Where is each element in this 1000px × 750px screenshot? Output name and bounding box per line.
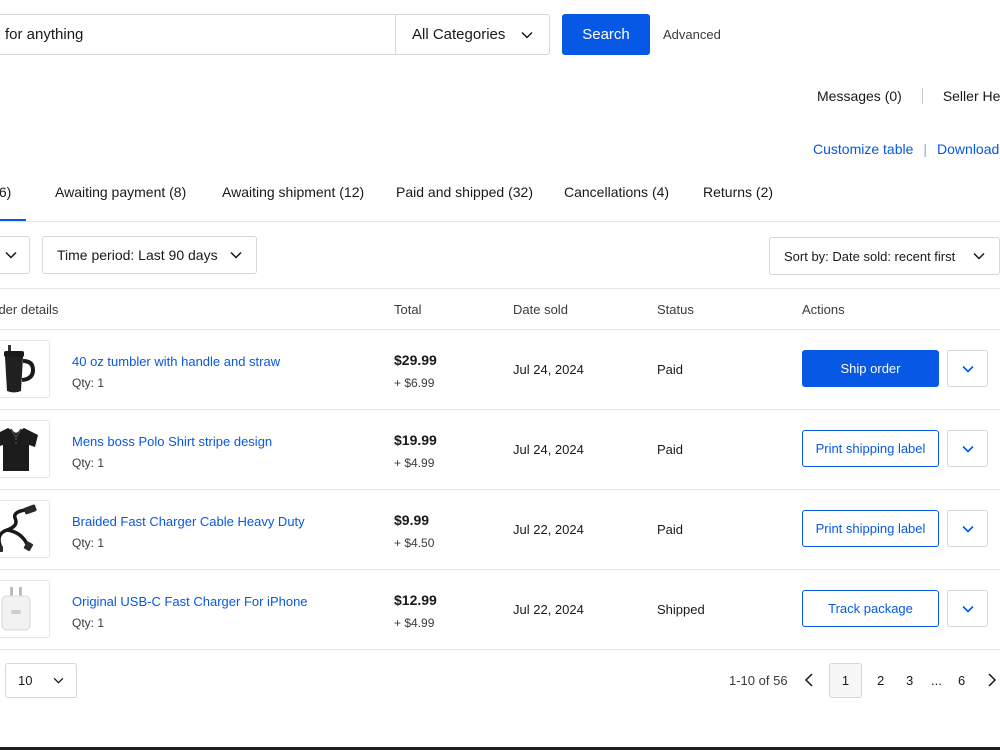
item-price: $12.99 (394, 592, 437, 608)
search-button[interactable]: Search (562, 14, 650, 55)
item-title-link[interactable]: Mens boss Polo Shirt stripe design (72, 434, 272, 449)
product-thumbnail[interactable] (0, 580, 50, 638)
tumbler-icon (4, 345, 36, 393)
item-title-link[interactable]: Braided Fast Charger Cable Heavy Duty (72, 514, 305, 529)
product-thumbnail[interactable] (0, 420, 50, 478)
advanced-search-link[interactable]: Advanced (663, 27, 721, 42)
item-price: $29.99 (394, 352, 437, 368)
tab-all[interactable]: All (56) (0, 184, 11, 200)
seller-help-link[interactable]: Seller Help (943, 88, 1000, 104)
date-sold: Jul 22, 2024 (513, 522, 584, 537)
chevron-down-icon (973, 252, 985, 260)
time-period-dropdown[interactable]: Time period: Last 90 days (42, 236, 257, 274)
search-box: All Categories (0, 14, 550, 55)
order-status: Shipped (657, 602, 705, 617)
header-actions: Actions (802, 302, 845, 317)
item-quantity: Qty: 1 (72, 616, 105, 630)
date-sold: Jul 24, 2024 (513, 362, 584, 377)
category-select[interactable]: All Categories (395, 15, 549, 54)
more-actions-button[interactable] (947, 590, 988, 627)
item-quantity: Qty: 1 (72, 376, 105, 390)
shipping-cost: + $4.99 (394, 456, 435, 470)
item-price: $9.99 (394, 512, 430, 528)
chevron-down-icon (230, 251, 242, 259)
date-sold: Jul 22, 2024 (513, 602, 584, 617)
time-period-label: Time period: Last 90 days (57, 247, 218, 263)
orders-table: Order details Total Date sold Status Act… (0, 288, 1000, 650)
table-row: Original USB-C Fast Charger For iPhone Q… (0, 570, 1000, 650)
download-link[interactable]: Download (937, 141, 999, 157)
chevron-left-icon[interactable] (804, 672, 814, 688)
order-status: Paid (657, 522, 684, 537)
shipping-cost: + $4.50 (394, 536, 435, 550)
sort-label: Sort by: Date sold: recent first (784, 248, 956, 264)
more-actions-button[interactable] (947, 510, 988, 547)
results-range: 1-10 of 56 (729, 673, 788, 688)
usb-c-charger-icon (1, 587, 31, 631)
tab-returns[interactable]: Returns (2) (703, 184, 773, 200)
active-tab-indicator (0, 219, 26, 221)
tab-cancellations[interactable]: Cancellations (4) (564, 184, 669, 200)
divider (921, 88, 923, 104)
chevron-down-icon (5, 251, 17, 259)
item-quantity: Qty: 1 (72, 536, 105, 550)
header-status: Status (657, 302, 694, 317)
polo-shirt-icon (0, 428, 38, 471)
page-6-button[interactable]: 6 (958, 673, 965, 688)
header-date-sold: Date sold (513, 302, 568, 317)
print-shipping-label-button[interactable]: Print shipping label (802, 430, 939, 467)
tab-awaiting-payment[interactable]: Awaiting payment (8) (55, 184, 186, 200)
tab-awaiting-shipment[interactable]: Awaiting shipment (12) (222, 184, 364, 200)
category-select-label: All Categories (412, 26, 506, 43)
order-tabs: All (56) Awaiting payment (8) Awaiting s… (0, 180, 1000, 222)
chevron-down-icon (961, 365, 974, 373)
product-thumbnail[interactable] (0, 340, 50, 398)
date-sold: Jul 24, 2024 (513, 442, 584, 457)
shipping-cost: + $4.99 (394, 616, 435, 630)
chevron-down-icon (961, 605, 974, 613)
page-size-value: 10 (18, 673, 33, 688)
chevron-down-icon (53, 677, 64, 684)
table-row: Mens boss Polo Shirt stripe design Qty: … (0, 410, 1000, 490)
item-quantity: Qty: 1 (72, 456, 105, 470)
chevron-down-icon (961, 525, 974, 533)
item-title-link[interactable]: 40 oz tumbler with handle and straw (72, 354, 280, 369)
page-3-button[interactable]: 3 (906, 673, 913, 688)
orders-page: All Categories Search Advanced Messages … (0, 0, 1000, 747)
header-order-details: Order details (0, 302, 59, 317)
customize-table-link[interactable]: Customize table (813, 141, 913, 157)
divider: | (923, 141, 928, 157)
page-ellipsis: ... (931, 673, 942, 688)
more-actions-button[interactable] (947, 350, 988, 387)
shipping-cost: + $6.99 (394, 376, 435, 390)
page-size-select[interactable]: 10 (5, 663, 77, 698)
print-shipping-label-button[interactable]: Print shipping label (802, 510, 939, 547)
filter-dropdown[interactable] (0, 236, 30, 274)
top-links: Messages (0) Seller Help (817, 88, 1000, 104)
chevron-down-icon (521, 31, 533, 39)
table-row: Braided Fast Charger Cable Heavy Duty Qt… (0, 490, 1000, 570)
header-total: Total (394, 302, 422, 317)
chevron-down-icon (961, 445, 974, 453)
more-actions-button[interactable] (947, 430, 988, 467)
chevron-right-icon[interactable] (987, 672, 997, 688)
track-package-button[interactable]: Track package (802, 590, 939, 627)
tab-paid-and-shipped[interactable]: Paid and shipped (32) (396, 184, 533, 200)
item-price: $19.99 (394, 432, 437, 448)
product-thumbnail[interactable] (0, 500, 50, 558)
search-input[interactable] (0, 15, 395, 54)
table-links: Customize table | Download (813, 141, 999, 157)
order-status: Paid (657, 362, 684, 377)
ship-order-button[interactable]: Ship order (802, 350, 939, 387)
page-1-button[interactable]: 1 (829, 663, 862, 698)
item-title-link[interactable]: Original USB-C Fast Charger For iPhone (72, 594, 308, 609)
table-row: 40 oz tumbler with handle and straw Qty:… (0, 330, 1000, 410)
sort-dropdown[interactable]: Sort by: Date sold: recent first (769, 237, 1000, 275)
table-header: Order details Total Date sold Status Act… (0, 289, 1000, 330)
page-2-button[interactable]: 2 (877, 673, 884, 688)
messages-link[interactable]: Messages (0) (817, 88, 902, 104)
charger-cable-icon (0, 504, 37, 552)
order-status: Paid (657, 442, 684, 457)
page-number: 1 (841, 673, 850, 688)
